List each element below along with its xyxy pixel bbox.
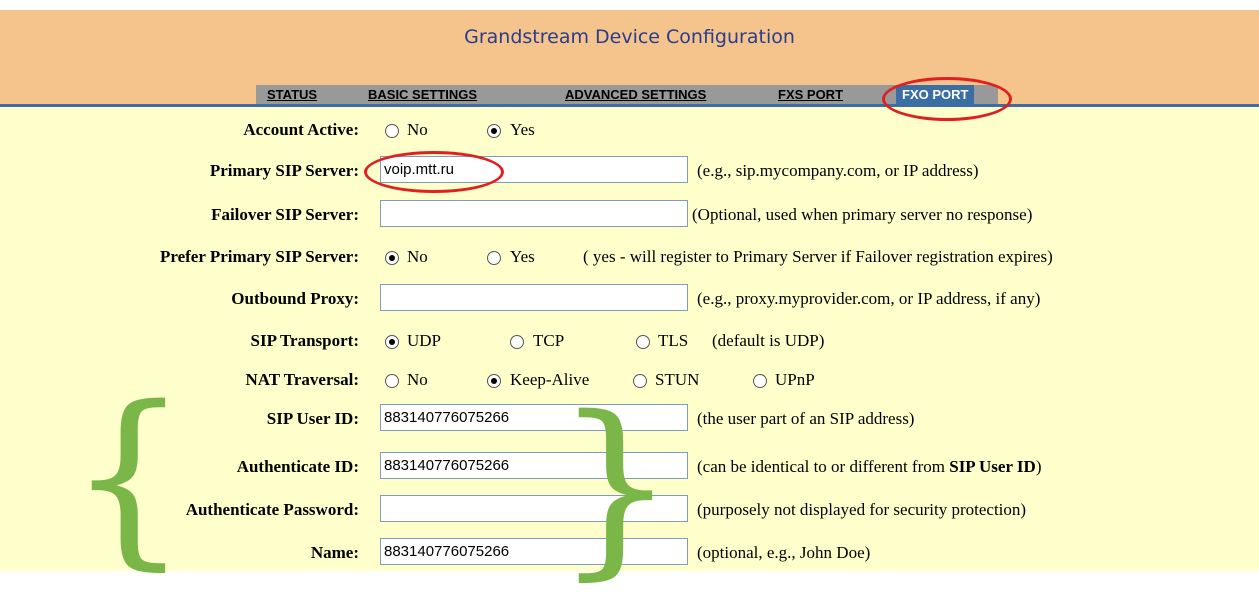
prefer-primary-hint: ( yes - will register to Primary Server … (583, 247, 1053, 266)
authenticate-id-hint-text: (can be identical to or different from (697, 457, 950, 476)
account-active-yes-radio[interactable] (487, 124, 501, 138)
page-title: Grandstream Device Configuration (464, 26, 795, 48)
failover-sip-server-hint: (Optional, used when primary server no r… (692, 205, 1033, 224)
name-hint: (optional, e.g., John Doe) (697, 543, 871, 562)
failover-sip-server-input[interactable] (380, 200, 688, 227)
sip-transport-tls-radio[interactable] (636, 335, 650, 349)
account-active-yes-label: Yes (510, 120, 535, 139)
authenticate-password-label: Authenticate Password: (185, 500, 359, 519)
primary-sip-server-hint: (e.g., sip.mycompany.com, or IP address) (697, 161, 979, 180)
authenticate-id-hint: (can be identical to or different from S… (697, 457, 1042, 477)
nat-traversal-upnp-radio[interactable] (753, 374, 767, 388)
sip-user-id-hint: (the user part of an SIP address) (697, 409, 915, 428)
tab-fxs-port[interactable]: FXS PORT (778, 85, 843, 105)
primary-sip-server-label: Primary SIP Server: (209, 161, 359, 180)
sip-transport-tls-label: TLS (658, 331, 689, 350)
prefer-primary-yes-radio[interactable] (487, 251, 501, 265)
sip-transport-hint: (default is UDP) (712, 331, 825, 350)
authenticate-id-hint-close: ) (1035, 457, 1042, 476)
close-brace-annotation: } (555, 376, 676, 597)
account-active-no-radio[interactable] (385, 124, 399, 138)
authenticate-id-hint-bold: SIP User ID (949, 457, 1036, 476)
prefer-primary-yes-label: Yes (510, 247, 535, 266)
open-brace-annotation: { (68, 366, 189, 587)
sip-transport-udp-label: UDP (407, 331, 442, 350)
failover-sip-server-label: Failover SIP Server: (211, 205, 359, 224)
prefer-primary-no-label: No (407, 247, 428, 266)
prefer-primary-no-radio[interactable] (385, 251, 399, 265)
sip-transport-tcp-radio[interactable] (510, 335, 524, 349)
outbound-proxy-input[interactable] (380, 284, 688, 311)
outbound-proxy-hint: (e.g., proxy.myprovider.com, or IP addre… (697, 289, 1041, 308)
outbound-proxy-label: Outbound Proxy: (231, 289, 359, 308)
prefer-primary-label: Prefer Primary SIP Server: (159, 247, 359, 266)
primary-sip-highlight-ring (364, 151, 504, 193)
sip-transport-label: SIP Transport: (250, 331, 359, 350)
nat-traversal-label: NAT Traversal: (245, 370, 359, 389)
nat-traversal-upnp-label: UPnP (775, 370, 815, 389)
tab-status[interactable]: STATUS (267, 85, 317, 105)
nat-traversal-no-label: No (407, 370, 428, 389)
nat-traversal-no-radio[interactable] (385, 374, 399, 388)
tab-advanced-settings[interactable]: ADVANCED SETTINGS (565, 85, 706, 105)
sip-transport-tcp-label: TCP (533, 331, 565, 350)
nat-traversal-keepalive-radio[interactable] (487, 374, 501, 388)
authenticate-password-hint: (purposely not displayed for security pr… (697, 500, 1027, 519)
name-label: Name: (310, 543, 359, 562)
fxo-tab-highlight-ring (882, 77, 1012, 121)
account-active-no-label: No (407, 120, 428, 139)
authenticate-id-label: Authenticate ID: (236, 457, 359, 476)
sip-user-id-label: SIP User ID: (266, 409, 359, 428)
account-active-label: Account Active: (243, 120, 359, 139)
sip-transport-udp-radio[interactable] (385, 335, 399, 349)
tab-basic-settings[interactable]: BASIC SETTINGS (368, 85, 477, 105)
